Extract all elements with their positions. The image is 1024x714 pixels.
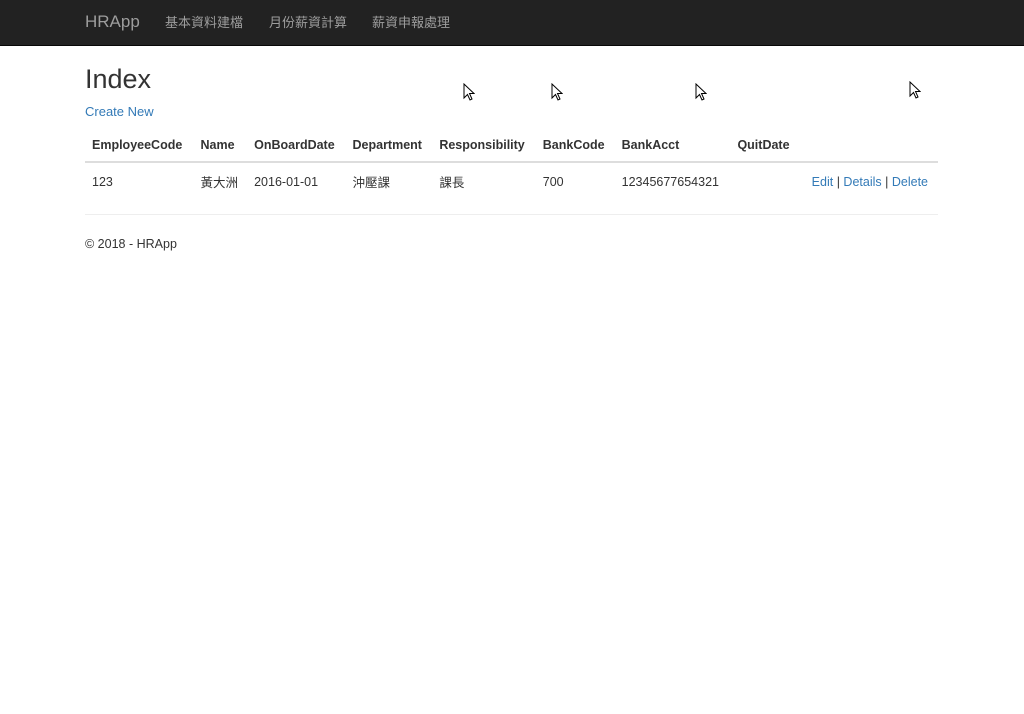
header-bank-acct: BankAcct	[614, 130, 731, 163]
mouse-pointer-icon	[909, 81, 921, 99]
header-department: Department	[345, 130, 433, 163]
mouse-pointer-icon	[551, 83, 563, 101]
cell-actions: Edit | Details | Delete	[799, 162, 938, 200]
nav-link-monthly-salary[interactable]: 月份薪資計算	[269, 15, 347, 31]
header-responsibility: Responsibility	[432, 130, 536, 163]
cell-onboard-date: 2016-01-01	[254, 174, 319, 189]
action-separator: |	[885, 174, 889, 189]
header-employee-code: EmployeeCode	[85, 130, 194, 163]
nav-link-salary-report[interactable]: 薪資申報處理	[372, 15, 450, 31]
header-actions	[799, 130, 938, 163]
table-row: 123 黃大洲 2016-01-01 沖壓課 課長 700 1234567765…	[85, 162, 938, 200]
cell-responsibility: 課長	[439, 176, 465, 190]
cell-name: 黃大洲	[200, 176, 239, 190]
cell-bank-acct: 12345677654321	[621, 174, 719, 189]
cell-bank-code: 700	[542, 174, 564, 189]
cell-employee-code: 123	[92, 174, 113, 189]
mouse-pointer-icon	[463, 83, 475, 101]
mouse-pointer-icon	[695, 83, 707, 101]
table-header-row: EmployeeCode Name OnBoardDate Department…	[85, 130, 938, 163]
action-separator: |	[836, 174, 840, 189]
nav-link-basic-data[interactable]: 基本資料建檔	[165, 15, 243, 31]
footer-copyright: © 2018 - HRApp	[85, 237, 177, 251]
edit-link[interactable]: Edit	[812, 175, 834, 189]
header-name: Name	[193, 130, 248, 163]
header-quit-date: QuitDate	[730, 130, 800, 163]
header-bank-code: BankCode	[535, 130, 615, 163]
delete-link[interactable]: Delete	[892, 175, 928, 189]
header-onboard-date: OnBoardDate	[247, 130, 346, 163]
cell-quit-date	[730, 162, 799, 200]
cell-department: 沖壓課	[352, 176, 391, 190]
details-link[interactable]: Details	[843, 175, 881, 189]
page-title: Index	[85, 64, 152, 94]
employee-table: EmployeeCode Name OnBoardDate Department…	[85, 130, 938, 200]
top-navbar: HRApp 基本資料建檔 月份薪資計算 薪資申報處理	[0, 0, 1024, 46]
create-new-link[interactable]: Create New	[85, 104, 154, 120]
footer-divider	[85, 214, 938, 215]
brand-link[interactable]: HRApp	[85, 12, 140, 32]
